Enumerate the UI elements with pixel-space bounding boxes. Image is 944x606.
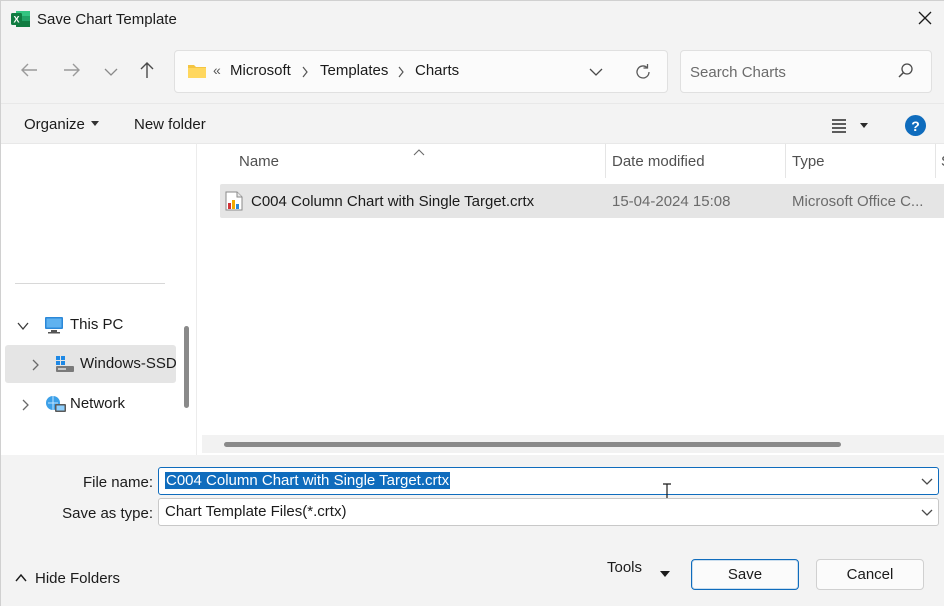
excel-icon: X [11,10,31,28]
chevron-down-icon [104,64,118,81]
folder-icon [187,63,207,79]
chevron-up-icon [15,570,27,582]
tools-button[interactable]: Tools [607,559,642,576]
new-folder-button[interactable]: New folder [134,116,206,133]
sidebar-item-label: Windows-SSD [80,355,177,372]
close-button[interactable] [905,1,944,39]
sort-ascending-icon [413,144,425,156]
arrow-right-icon [63,62,81,82]
column-divider[interactable] [935,144,936,178]
table-row[interactable]: C004 Column Chart with Single Target.crt… [220,184,944,218]
sidebar-item-windows-ssd[interactable]: Windows-SSD [5,345,177,383]
sidebar-item-label: This PC [70,316,124,333]
date-modified-cell: 15-04-2024 15:08 [612,193,731,210]
type-cell: Microsoft Office C... [792,193,924,210]
address-overflow[interactable]: « [213,62,221,78]
organize-label: Organize [24,116,85,133]
network-icon [45,395,66,413]
cancel-button[interactable]: Cancel [816,559,924,590]
address-bar[interactable]: « Microsoft Templates Charts [174,50,668,93]
search-icon[interactable] [897,62,917,82]
up-button[interactable] [132,57,162,87]
column-divider[interactable] [785,144,786,178]
address-dropdown-button[interactable] [585,61,607,83]
breadcrumb-microsoft[interactable]: Microsoft [230,62,291,79]
window-title: Save Chart Template [37,11,177,28]
hide-folders-button[interactable]: Hide Folders [15,570,120,587]
navigation-bar: « Microsoft Templates Charts [1,39,944,103]
chevron-down-icon[interactable] [920,474,934,488]
save-as-type-select[interactable]: Chart Template Files(*.crtx) [158,498,939,526]
chevron-down-icon[interactable] [17,319,29,331]
column-header-date-modified[interactable]: Date modified [612,144,705,178]
save-as-type-label: Save as type: [62,505,153,522]
refresh-icon[interactable] [631,61,655,83]
save-button[interactable]: Save [691,559,799,590]
file-name-cell: C004 Column Chart with Single Target.crt… [251,193,535,210]
organize-button[interactable]: Organize [24,116,99,133]
file-name-field[interactable]: C004 Column Chart with Single Target.crt… [158,467,939,503]
drive-icon [55,355,75,373]
title-bar: X Save Chart Template [1,1,944,39]
column-header-name[interactable]: Name [239,144,279,178]
search-input[interactable] [690,61,890,83]
chevron-right-icon[interactable] [19,398,31,411]
chart-template-file-icon [225,191,243,211]
divider [15,283,165,284]
column-divider[interactable] [605,144,606,178]
sidebar-item-this-pc[interactable]: This PC [5,306,176,344]
search-box[interactable] [680,50,932,93]
computer-icon [44,316,64,334]
caret-down-icon[interactable] [660,571,670,577]
breadcrumb-templates[interactable]: Templates [320,62,388,79]
arrow-up-icon [139,61,155,83]
file-name-value[interactable]: C004 Column Chart with Single Target.crt… [165,472,451,489]
arrow-left-icon [20,62,38,82]
caret-down-icon [90,121,99,126]
save-dialog: X Save Chart Template « Microsoft Templa… [0,0,944,606]
chevron-down-icon[interactable] [920,505,934,519]
command-bar: Organize New folder ? [1,103,944,143]
save-form: File name: C004 Column Chart with Single… [1,455,944,537]
chevron-right-icon [397,65,407,78]
forward-button[interactable] [57,57,87,87]
svg-text:X: X [13,15,19,25]
sidebar-item-label: Network [70,395,126,412]
column-header-type[interactable]: Type [792,144,825,178]
breadcrumb-charts[interactable]: Charts [415,62,459,79]
back-button[interactable] [14,57,44,87]
save-as-type-value: Chart Template Files(*.crtx) [165,503,347,520]
file-list: Name Date modified Type S C004 Column Ch… [196,143,944,455]
horizontal-scrollbar[interactable] [224,442,841,447]
hide-folders-label: Hide Folders [35,570,121,587]
chevron-right-icon [301,65,311,78]
file-name-label: File name: [82,474,153,491]
recent-locations-button[interactable] [96,57,126,87]
navigation-pane: This PC Windows-SSD Network [1,143,196,455]
dialog-footer: Hide Folders Tools Save Cancel [1,537,944,606]
list-view-icon [827,119,873,140]
sidebar-item-network[interactable]: Network [5,385,176,423]
close-icon [918,11,932,29]
view-options-button[interactable] [827,114,873,136]
chevron-right-icon[interactable] [29,358,41,371]
navigation-scrollbar[interactable] [184,326,189,408]
help-icon[interactable]: ? [905,115,926,136]
